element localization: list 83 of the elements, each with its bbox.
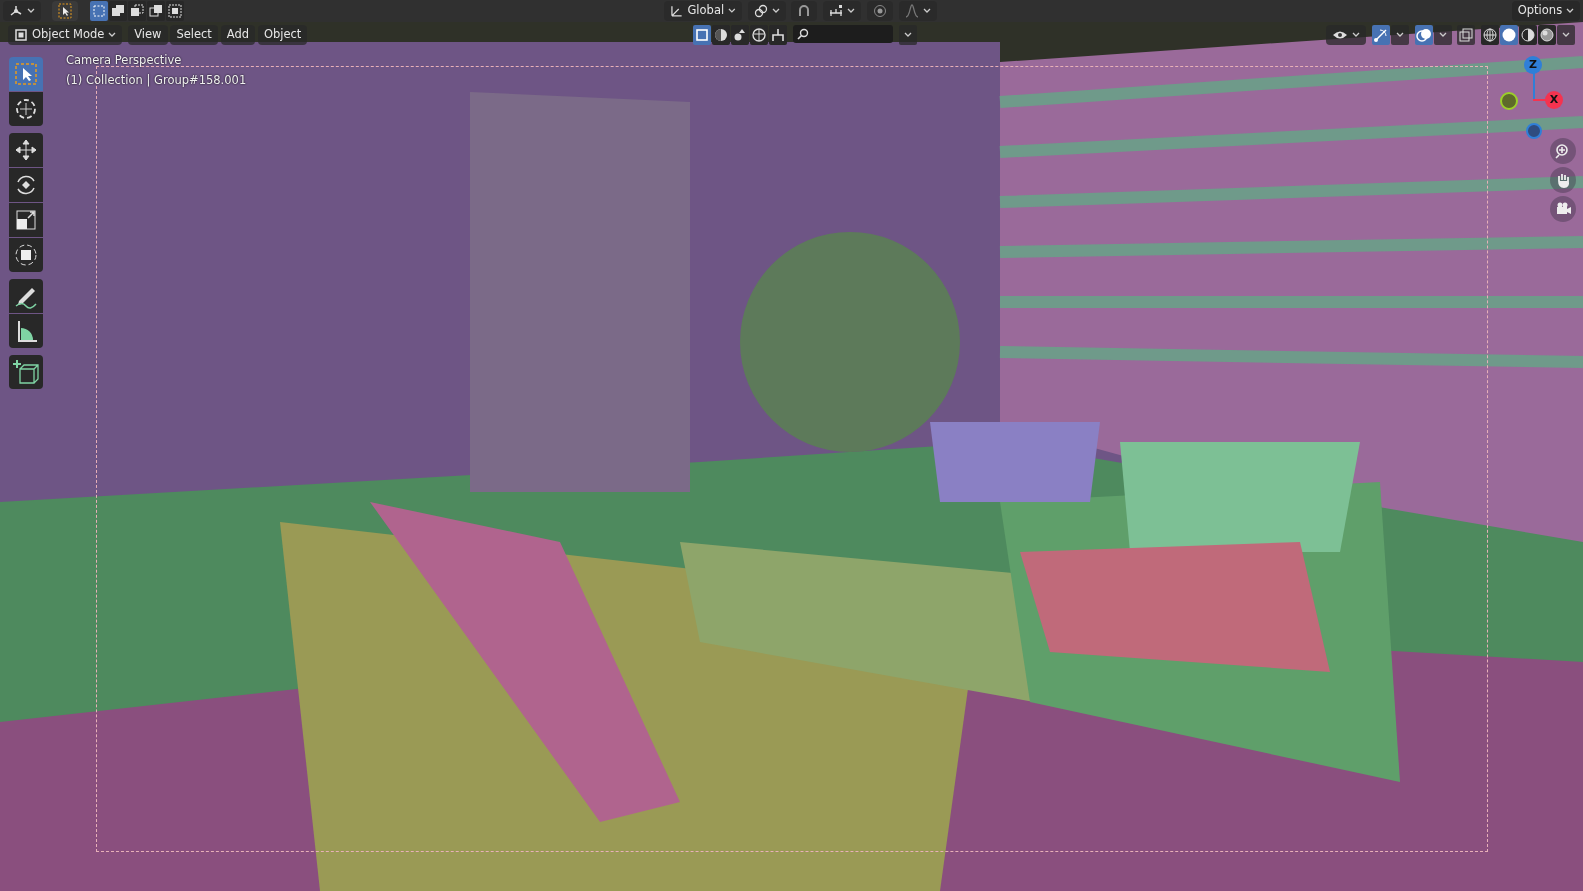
cursor-icon — [58, 3, 73, 19]
tool-button[interactable] — [9, 355, 43, 389]
proportional-editing-button[interactable] — [866, 1, 893, 21]
search-field[interactable] — [792, 25, 893, 44]
selection-mode-button[interactable] — [108, 1, 127, 21]
globe-icon — [751, 26, 768, 43]
caret-icon — [771, 8, 780, 14]
caret-icon — [922, 8, 931, 14]
pivot-dropdown[interactable] — [747, 1, 786, 21]
tool-button[interactable] — [9, 92, 43, 126]
caret-icon — [728, 8, 736, 14]
navigation-button[interactable] — [1550, 195, 1576, 222]
rendered-sphere-icon — [1539, 26, 1555, 43]
shading-mode-button[interactable] — [1519, 24, 1537, 45]
caret-icon — [903, 31, 912, 38]
material-sphere-icon — [1520, 26, 1536, 43]
caret-icon — [1395, 31, 1404, 38]
magnet-icon — [797, 4, 812, 18]
editor-type-button[interactable] — [2, 1, 41, 21]
axes-icon — [669, 4, 684, 18]
selection-mode-button[interactable] — [146, 1, 165, 21]
curve-icon — [904, 4, 919, 18]
visibility-dropdown[interactable] — [1326, 24, 1366, 45]
orientation-dropdown[interactable]: Global — [663, 1, 742, 21]
selection-mode-icon — [147, 3, 164, 19]
snap-target-dropdown[interactable] — [823, 1, 862, 21]
filter-toggle[interactable] — [712, 24, 731, 45]
hand-icon — [1555, 171, 1571, 188]
caret-icon — [1438, 31, 1447, 38]
filter-toggle[interactable] — [693, 24, 712, 45]
xray-toggle-button[interactable] — [1457, 24, 1476, 45]
object-info: (1) Collection | Group#158.001 — [66, 72, 247, 90]
navigation-button[interactable] — [1550, 138, 1576, 164]
add-cube-icon — [11, 357, 41, 387]
object-mode-icon — [14, 27, 28, 42]
navigation-button[interactable] — [1550, 166, 1576, 193]
tool-button[interactable] — [9, 203, 43, 237]
wireframe-sphere-icon — [1482, 26, 1498, 43]
xray-icon — [1458, 26, 1475, 43]
caret-icon — [847, 8, 856, 14]
pivot-icon — [753, 4, 768, 18]
caret-icon — [1352, 31, 1360, 38]
caret-icon — [108, 31, 117, 38]
caret-icon — [1562, 31, 1570, 38]
zoom-icon — [1555, 143, 1571, 159]
snap-increment-icon — [829, 4, 844, 18]
selection-mode-icon — [166, 3, 183, 19]
menu-item[interactable]: Select — [170, 24, 218, 45]
tool-button[interactable] — [9, 314, 43, 348]
tool-button[interactable] — [9, 168, 43, 202]
mode-dropdown[interactable]: Object Mode — [8, 24, 123, 45]
filter-toggle[interactable] — [750, 24, 769, 45]
caret-icon — [1566, 8, 1575, 14]
brush-icon — [770, 26, 787, 43]
solid-sphere-icon — [1501, 26, 1517, 43]
gizmo-icon — [1372, 26, 1389, 43]
selection-mode-icon — [90, 3, 107, 19]
material-icon — [713, 26, 730, 43]
tool-button[interactable] — [9, 238, 43, 272]
snap-button[interactable] — [791, 1, 818, 21]
selection-mode-icon — [109, 3, 126, 19]
filter-toggle[interactable] — [731, 24, 750, 45]
caret-icon — [26, 8, 35, 14]
shading-mode-button[interactable] — [1481, 24, 1499, 45]
axes-icon — [8, 5, 23, 17]
falloff-dropdown[interactable] — [898, 1, 937, 21]
selection-mode-button[interactable] — [89, 1, 108, 21]
tool-button[interactable] — [9, 279, 43, 313]
menu-item[interactable]: View — [128, 24, 168, 45]
target-icon — [872, 4, 887, 18]
tweak-button[interactable] — [52, 1, 79, 21]
filter-toggle[interactable] — [769, 24, 788, 45]
overlay-icon — [1415, 26, 1432, 43]
selection-mode-button[interactable] — [127, 1, 146, 21]
tool-button[interactable] — [9, 133, 43, 167]
mesh-icon — [694, 26, 711, 43]
selection-mode-icon — [128, 3, 145, 19]
camera-icon — [1555, 200, 1571, 217]
selection-mode-button[interactable] — [165, 1, 184, 21]
shading-mode-button[interactable] — [1500, 24, 1518, 45]
options-dropdown[interactable]: Options — [1511, 1, 1581, 21]
shading-mode-button[interactable] — [1538, 24, 1556, 45]
view-name: Camera Perspective — [66, 52, 183, 69]
